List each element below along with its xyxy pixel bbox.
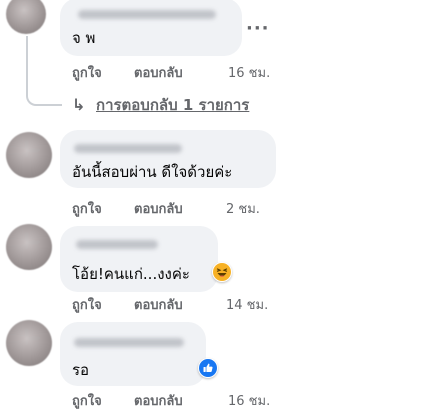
comment-actions: ถูกใจ ตอบกลับ 16 ชม. — [72, 394, 272, 410]
haha-icon — [213, 263, 231, 281]
reply-link[interactable]: ตอบกลับ — [134, 298, 183, 314]
comment-actions: ถูกใจ ตอบกลับ 14 ชม. — [72, 298, 272, 314]
comment-text: จ พ — [72, 29, 96, 47]
avatar[interactable] — [6, 320, 52, 366]
avatar[interactable] — [6, 0, 46, 34]
timestamp[interactable]: 16 ชม. — [228, 394, 270, 410]
like-link[interactable]: ถูกใจ — [72, 298, 102, 314]
reply-link[interactable]: ตอบกลับ — [134, 202, 183, 218]
comment-bubble: อันนี้สอบผ่าน ดีใจด้วยค่ะ — [60, 130, 276, 188]
comment-text: รอ — [72, 361, 90, 379]
author-name[interactable] — [74, 338, 184, 347]
timestamp[interactable]: 16 ชม. — [228, 66, 270, 82]
thread-line — [26, 36, 62, 106]
timestamp[interactable]: 14 ชม. — [226, 298, 268, 314]
like-link[interactable]: ถูกใจ — [72, 202, 102, 218]
comment-actions: ถูกใจ ตอบกลับ 16 ชม. — [72, 66, 272, 82]
avatar[interactable] — [6, 132, 52, 178]
like-reaction[interactable] — [198, 358, 218, 378]
comment-bubble: รอ — [60, 322, 206, 386]
comment-text: โอ้ย!คนแก่...งงค่ะ — [72, 265, 190, 283]
author-name[interactable] — [74, 144, 182, 153]
author-name[interactable] — [76, 240, 158, 249]
comment-bubble: จ พ — [60, 0, 242, 56]
like-icon — [199, 359, 217, 377]
author-name[interactable] — [78, 10, 216, 19]
reply-link[interactable]: ตอบกลับ — [134, 66, 183, 82]
haha-reaction[interactable] — [212, 262, 232, 282]
timestamp[interactable]: 2 ชม. — [226, 202, 260, 218]
like-link[interactable]: ถูกใจ — [72, 66, 102, 82]
reply-link[interactable]: ตอบกลับ — [134, 394, 183, 410]
reply-arrow-icon: ↳ — [72, 95, 86, 114]
comment-text: อันนี้สอบผ่าน ดีใจด้วยค่ะ — [72, 163, 233, 181]
comment-actions: ถูกใจ ตอบกลับ 2 ชม. — [72, 202, 272, 218]
ellipsis-icon[interactable]: ··· — [246, 20, 270, 38]
view-replies-label: การตอบกลับ 1 รายการ — [96, 96, 250, 114]
avatar[interactable] — [6, 224, 52, 270]
like-link[interactable]: ถูกใจ — [72, 394, 102, 410]
comment-bubble: โอ้ย!คนแก่...งงค่ะ — [60, 226, 218, 292]
